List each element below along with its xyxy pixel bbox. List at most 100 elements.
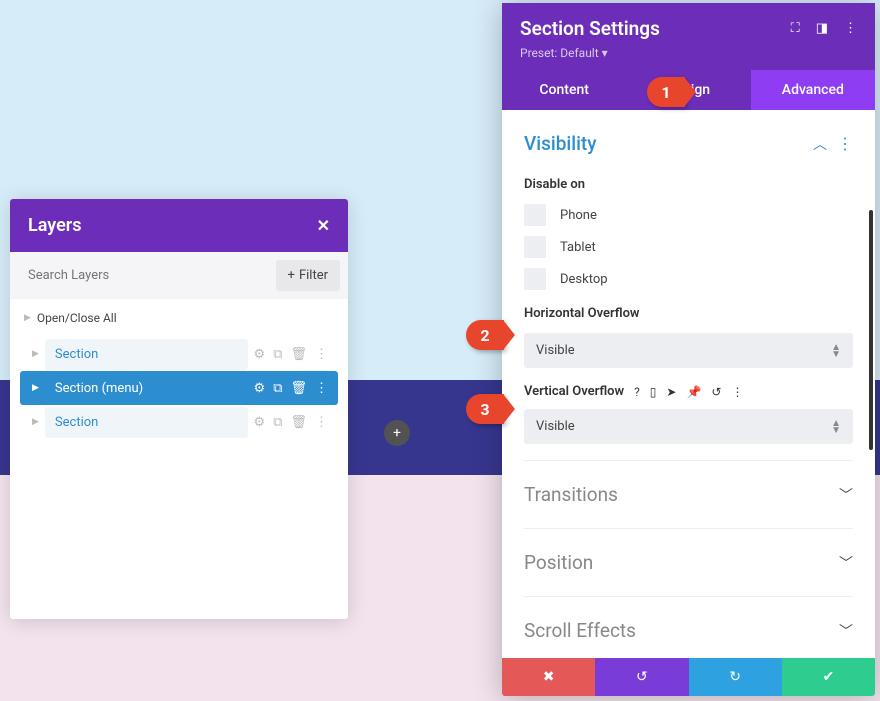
position-section-header[interactable]: Position ﹀ xyxy=(524,528,853,596)
settings-title: Section Settings xyxy=(520,17,660,40)
more-icon[interactable]: ⋮ xyxy=(844,21,857,36)
tab-advanced[interactable]: Advanced xyxy=(751,70,875,110)
checkbox[interactable] xyxy=(524,204,546,226)
disable-on-group: Disable on Phone Tablet Desktop xyxy=(524,177,853,290)
visibility-section-header[interactable]: Visibility ︿ ⋮ xyxy=(524,110,853,177)
desktop-label: Desktop xyxy=(560,272,608,287)
settings-header: Section Settings ⛶ ◨ ⋮ Preset: Default ▾ xyxy=(502,3,875,70)
pin-icon[interactable]: 📌 xyxy=(686,385,701,399)
layer-label: Section (menu) xyxy=(45,373,248,404)
open-close-all[interactable]: ▶ Open/Close All xyxy=(10,299,348,337)
trash-icon[interactable]: 🗑 xyxy=(290,415,307,430)
disable-phone-row[interactable]: Phone xyxy=(524,204,853,226)
open-close-label: Open/Close All xyxy=(37,311,117,325)
layer-row[interactable]: ▶ Section (menu) ⚙ ⧉ 🗑 ⋮ xyxy=(20,371,338,405)
layer-actions: ⚙ ⧉ 🗑 ⋮ xyxy=(254,347,328,362)
layer-actions: ⚙ ⧉ 🗑 ⋮ xyxy=(254,415,328,430)
checkbox[interactable] xyxy=(524,236,546,258)
redo-icon: ↻ xyxy=(729,669,741,685)
plus-icon: + xyxy=(288,268,295,283)
visibility-title: Visibility xyxy=(524,132,597,155)
expand-icon[interactable]: ⛶ xyxy=(791,21,800,36)
layers-search-row: + Filter xyxy=(10,252,348,299)
chevron-down-icon: ▾ xyxy=(602,46,608,60)
vertical-overflow-group: Vertical Overflow ? ▯ ➤ 📌 ↺ ⋮ Visible ▲▼ xyxy=(524,384,853,444)
redo-button[interactable]: ↻ xyxy=(689,658,782,696)
more-icon[interactable]: ⋮ xyxy=(315,347,328,362)
search-input[interactable] xyxy=(18,260,276,291)
filter-button[interactable]: + Filter xyxy=(276,260,340,291)
gear-icon[interactable]: ⚙ xyxy=(254,381,266,396)
more-icon[interactable]: ⋮ xyxy=(731,385,743,399)
layer-rows: ▶ Section ⚙ ⧉ 🗑 ⋮ ▶ Section (menu) ⚙ ⧉ 🗑… xyxy=(10,337,348,619)
layer-actions: ⚙ ⧉ 🗑 ⋮ xyxy=(254,381,328,396)
more-icon[interactable]: ⋮ xyxy=(837,134,853,153)
layers-panel: Layers ✕ + Filter ▶ Open/Close All ▶ Sec… xyxy=(10,199,348,619)
horizontal-overflow-group: Horizontal Overflow Visible ▲▼ xyxy=(524,306,853,368)
chevron-right-icon: ▶ xyxy=(32,417,39,427)
select-arrows-icon: ▲▼ xyxy=(831,344,841,358)
layer-row[interactable]: ▶ Section ⚙ ⧉ 🗑 ⋮ xyxy=(20,405,338,439)
discard-button[interactable]: ✖ xyxy=(502,658,595,696)
help-icon[interactable]: ? xyxy=(634,385,640,399)
phone-icon[interactable]: ▯ xyxy=(650,385,657,399)
select-value: Visible xyxy=(536,343,575,358)
scroll-effects-section-header[interactable]: Scroll Effects ﹀ xyxy=(524,596,853,658)
filter-label: Filter xyxy=(299,268,328,283)
chevron-right-icon: ▶ xyxy=(32,383,39,393)
chevron-down-icon: ﹀ xyxy=(839,553,853,573)
duplicate-icon[interactable]: ⧉ xyxy=(273,347,282,362)
layers-title: Layers xyxy=(28,215,82,236)
preset-dropdown[interactable]: Preset: Default ▾ xyxy=(520,46,857,60)
chevron-down-icon: ﹀ xyxy=(839,621,853,641)
transitions-section-header[interactable]: Transitions ﹀ xyxy=(524,460,853,528)
chevron-right-icon: ▶ xyxy=(24,313,31,323)
checkbox[interactable] xyxy=(524,268,546,290)
vertical-overflow-label: Vertical Overflow xyxy=(524,384,624,399)
select-arrows-icon: ▲▼ xyxy=(831,420,841,434)
scrollbar[interactable] xyxy=(869,210,873,450)
tablet-label: Tablet xyxy=(560,240,596,255)
disable-desktop-row[interactable]: Desktop xyxy=(524,268,853,290)
settings-footer: ✖ ↺ ↻ ✔ xyxy=(502,658,875,696)
duplicate-icon[interactable]: ⧉ xyxy=(273,381,282,396)
duplicate-icon[interactable]: ⧉ xyxy=(273,415,282,430)
layer-row[interactable]: ▶ Section ⚙ ⧉ 🗑 ⋮ xyxy=(20,337,338,371)
vertical-overflow-select[interactable]: Visible ▲▼ xyxy=(524,409,853,444)
scroll-effects-title: Scroll Effects xyxy=(524,619,636,642)
horizontal-overflow-label: Horizontal Overflow xyxy=(524,306,853,321)
tab-content[interactable]: Content xyxy=(502,70,626,110)
gear-icon[interactable]: ⚙ xyxy=(254,347,266,362)
transitions-title: Transitions xyxy=(524,483,618,506)
preset-label: Preset: Default xyxy=(520,46,599,60)
layer-label: Section xyxy=(45,339,248,370)
disable-on-label: Disable on xyxy=(524,177,853,192)
more-icon[interactable]: ⋮ xyxy=(315,381,328,396)
close-icon: ✖ xyxy=(543,669,555,685)
disable-tablet-row[interactable]: Tablet xyxy=(524,236,853,258)
more-icon[interactable]: ⋮ xyxy=(315,415,328,430)
callout-2: 2 xyxy=(466,320,504,350)
save-button[interactable]: ✔ xyxy=(782,658,875,696)
field-option-icons: ? ▯ ➤ 📌 ↺ ⋮ xyxy=(634,385,743,399)
reset-icon[interactable]: ↺ xyxy=(711,385,721,399)
dock-icon[interactable]: ◨ xyxy=(816,21,828,36)
settings-body: Visibility ︿ ⋮ Disable on Phone Tablet D… xyxy=(502,110,875,658)
callout-3: 3 xyxy=(466,394,504,424)
undo-button[interactable]: ↺ xyxy=(595,658,688,696)
phone-label: Phone xyxy=(560,208,597,223)
horizontal-overflow-select[interactable]: Visible ▲▼ xyxy=(524,333,853,368)
gear-icon[interactable]: ⚙ xyxy=(254,415,266,430)
header-icons: ⛶ ◨ ⋮ xyxy=(791,21,857,36)
add-section-button[interactable]: + xyxy=(384,420,410,446)
callout-1: 1 xyxy=(647,77,685,107)
hover-icon[interactable]: ➤ xyxy=(666,385,676,399)
layers-header: Layers ✕ xyxy=(10,199,348,252)
undo-icon: ↺ xyxy=(636,669,648,685)
chevron-right-icon: ▶ xyxy=(32,349,39,359)
trash-icon[interactable]: 🗑 xyxy=(290,381,307,396)
position-title: Position xyxy=(524,551,593,574)
close-icon[interactable]: ✕ xyxy=(317,216,330,235)
chevron-up-icon: ︿ xyxy=(813,134,827,154)
trash-icon[interactable]: 🗑 xyxy=(290,347,307,362)
